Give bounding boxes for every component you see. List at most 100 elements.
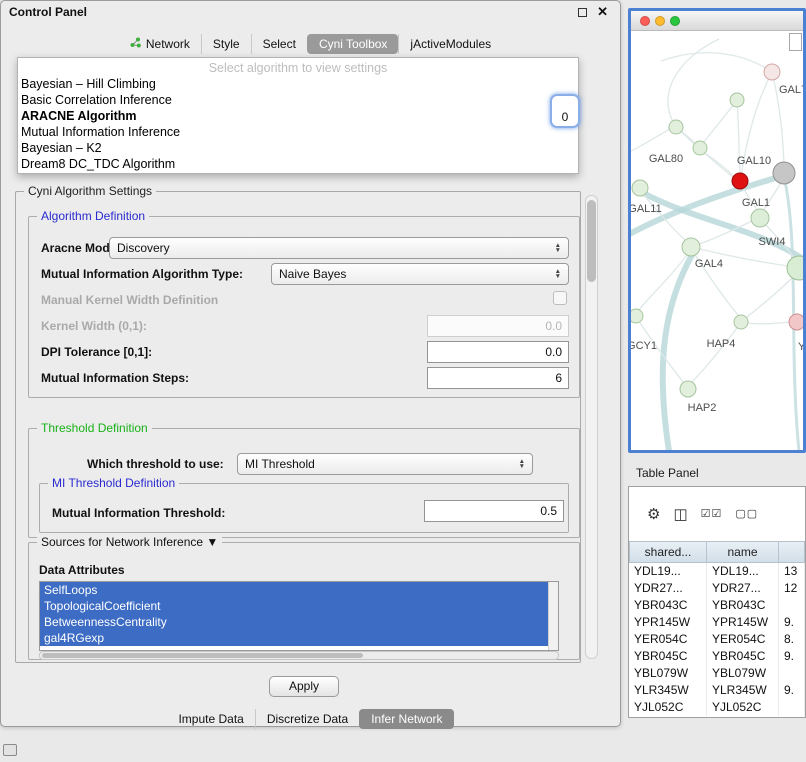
network-node-pink-top[interactable] [764,64,780,80]
collapse-down-icon: ▼ [206,535,218,549]
tab-jactivemodules[interactable]: jActiveModules [398,34,502,54]
algorithm-option-bayesian-hill-climbing[interactable]: Bayesian – Hill Climbing [18,76,578,92]
table-row[interactable]: YBR045CYBR045C9. [629,648,805,665]
column-header-name[interactable]: name [707,541,779,563]
network-node-pink-right[interactable] [789,314,803,330]
algorithm-option-aracne-algorithm[interactable]: ARACNE Algorithm [18,108,578,124]
tab-cyni-toolbox[interactable]: Cyni Toolbox [307,34,398,54]
gear-icon[interactable]: ⚙ [647,507,660,522]
list-scrollbar[interactable] [548,582,558,650]
mi-steps-field[interactable]: 6 [427,367,569,389]
which-threshold-value: MI Threshold [245,457,315,471]
deselect-all-checkboxes-icon[interactable]: ▢▢ [735,507,758,522]
mi-threshold-field[interactable]: 0.5 [424,500,564,522]
node-label-y: Y [798,341,803,353]
network-edge[interactable] [748,322,790,324]
attribute-item-topologicalcoefficient[interactable]: TopologicalCoefficient [40,598,548,614]
aracne-mode-value: Discovery [117,241,170,255]
table-cell: 13 [779,563,805,580]
select-all-checkboxes-icon[interactable]: ☑☑ [701,507,723,522]
minimize-window-icon[interactable] [655,16,665,26]
threshold-definition-group: Threshold Definition Which threshold to … [28,428,580,538]
attribute-item-betweennesscentrality[interactable]: BetweennessCentrality [40,614,548,630]
table-cell [779,665,805,682]
data-attributes-list[interactable]: SelfLoopsTopologicalCoefficientBetweenne… [39,581,559,651]
network-node-gal1[interactable] [751,209,769,227]
table-cell: YBL079W [707,665,779,682]
tab-discretize-data[interactable]: Discretize Data [255,709,359,729]
manual-kernel-checkbox[interactable] [553,291,567,305]
mi-type-select[interactable]: Naive Bayes ▲▼ [271,263,569,285]
network-edge[interactable] [692,328,737,382]
tab-select[interactable]: Select [251,34,307,54]
algorithm-option-dream8-dc-tdc-algorithm[interactable]: Dream8 DC_TDC Algorithm [18,156,578,172]
table-cell: 8. [779,631,805,648]
settings-scrollbar[interactable] [585,195,598,659]
network-node-gal4[interactable] [682,238,700,256]
tab-infer-network[interactable]: Infer Network [359,709,453,729]
table-row[interactable]: YJL052CYJL052C [629,699,805,716]
columns-icon[interactable]: ◫ [673,507,687,522]
tab-impute-data[interactable]: Impute Data [167,709,254,729]
network-edge[interactable] [661,53,772,72]
network-node-gal80[interactable] [693,141,707,155]
network-edge[interactable] [643,193,803,263]
network-edge[interactable] [705,153,735,178]
algorithm-option-mutual-information-inference[interactable]: Mutual Information Inference [18,124,578,140]
network-edge[interactable] [747,277,793,317]
zoom-window-icon[interactable] [670,16,680,26]
table-row[interactable]: YBL079WYBL079W [629,665,805,682]
attribute-item-gal4rgexp[interactable]: gal4RGexp [40,630,548,646]
apply-button[interactable]: Apply [269,676,339,697]
table-row[interactable]: YER054CYER054C8. [629,631,805,648]
tab-network[interactable]: Network [119,34,201,54]
network-edge[interactable] [631,128,672,151]
table-cell: YDL19... [629,563,707,580]
table-panel-window: ⚙ ◫ ☑☑ ▢▢ shared...name YDL19...YDL19...… [628,486,806,718]
network-node-hap4[interactable] [734,315,748,329]
kernel-width-field[interactable]: 0.0 [427,315,569,337]
network-node-gray-hub[interactable] [773,162,795,184]
network-canvas[interactable]: GAL7GAL80GAL10GAL11GAL1SWI4GAL4GCY1HAP4H… [631,31,803,450]
sources-title[interactable]: Sources for Network Inference ▼ [37,535,222,549]
list-horizontal-scrollbar[interactable] [39,651,559,660]
algorithm-dropdown-popup: Select algorithm to view settings Bayesi… [17,57,579,174]
aracne-mode-select[interactable]: Discovery ▲▼ [109,237,569,259]
table-row[interactable]: YPR145WYPR145W9. [629,614,805,631]
table-cell: YBR045C [629,648,707,665]
network-node-big-green[interactable] [787,256,803,280]
algorithm-option-basic-correlation-inference[interactable]: Basic Correlation Inference [18,92,578,108]
network-window-titlebar[interactable] [631,11,803,31]
table-row[interactable]: YBR043CYBR043C [629,597,805,614]
network-edge[interactable] [703,100,737,143]
close-window-icon[interactable] [640,16,650,26]
node-label-hap2: HAP2 [688,402,717,414]
attribute-item-selfloops[interactable]: SelfLoops [40,582,548,598]
network-node-gal10-red[interactable] [732,173,748,189]
algorithm-option-bayesian-k2[interactable]: Bayesian – K2 [18,140,578,156]
table-row[interactable]: YDR27...YDR27...12 [629,580,805,597]
birdseye-box[interactable] [789,33,802,51]
table-cell: YJL052C [707,699,779,716]
tab-style[interactable]: Style [201,34,251,54]
network-node-gcy1[interactable] [631,309,643,323]
control-panel-titlebar[interactable]: Control Panel ✕ [1,1,620,23]
minimized-panel-icon[interactable] [3,744,17,756]
float-panel-icon[interactable] [578,8,587,17]
node-label-gal7: GAL7 [779,84,803,96]
network-node-hap2[interactable] [680,381,696,397]
network-node-green-a[interactable] [730,93,744,107]
column-header-shared[interactable]: shared... [629,541,707,563]
table-row[interactable]: YDL19...YDL19...13 [629,563,805,580]
close-panel-icon[interactable]: ✕ [597,4,608,20]
dpi-tolerance-field[interactable]: 0.0 [427,341,569,363]
network-node-green-b[interactable] [669,120,683,134]
network-node-gal11[interactable] [632,180,648,196]
table-cell: 9. [779,682,805,699]
table-row[interactable]: YLR345WYLR345W9. [629,682,805,699]
data-attributes-label: Data Attributes [39,563,125,577]
column-header-2[interactable] [779,541,805,563]
which-threshold-select[interactable]: MI Threshold ▲▼ [237,453,533,475]
network-edge[interactable] [663,253,693,450]
focused-spinner-fragment[interactable]: 0 [550,94,580,128]
